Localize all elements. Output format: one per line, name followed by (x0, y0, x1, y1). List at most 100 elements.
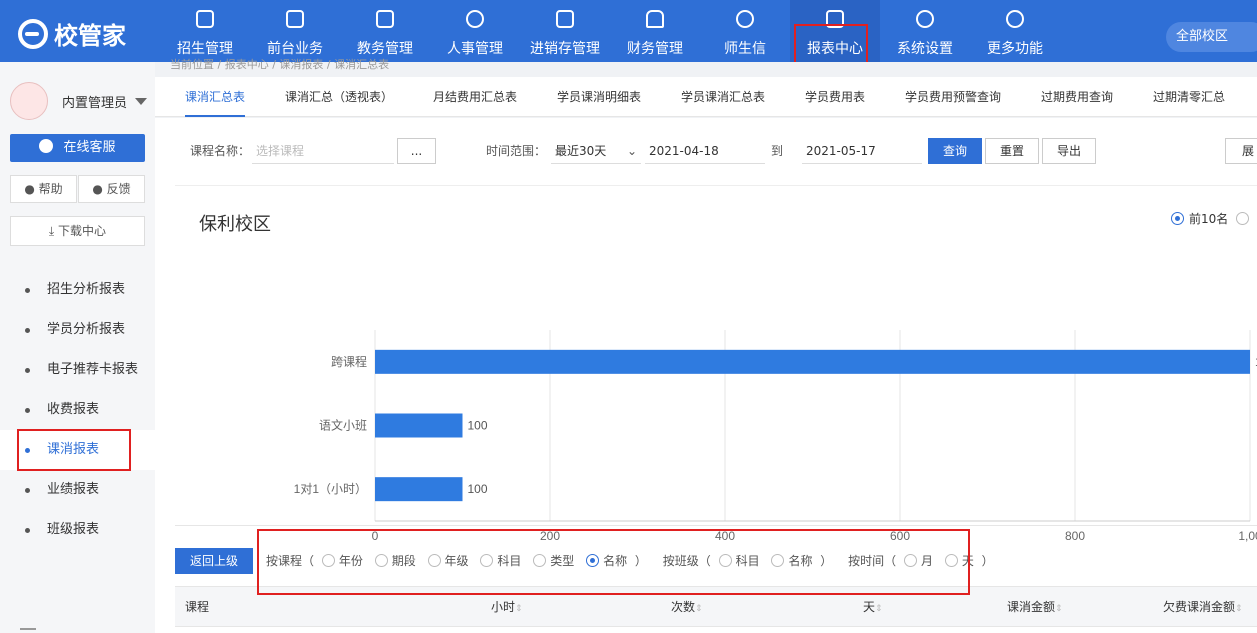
y-category-label: 跨课程 (331, 354, 367, 369)
bar (375, 349, 1250, 374)
sidebar-item-enrollment-analysis[interactable]: 招生分析报表 (0, 270, 155, 310)
course-consumption-bar-chart: 02004006008001,00跨课程1语文小班1001对1（小时）100 (294, 330, 1257, 543)
x-tick-label: 1,00 (1238, 529, 1257, 543)
group-class-subject-radio[interactable] (718, 554, 732, 567)
group-course-year-radio[interactable] (321, 554, 335, 567)
top10-label: 前10名 (1189, 212, 1229, 226)
nav-item-reports[interactable]: 报表中心 (790, 0, 880, 62)
group-course-term-radio[interactable] (374, 554, 388, 567)
course-input[interactable]: 选择课程 (252, 138, 394, 164)
more-icon (1006, 10, 1024, 28)
x-tick-label: 0 (372, 529, 379, 543)
table-row (175, 626, 1257, 633)
chat-icon (39, 139, 54, 153)
course-picker-button[interactable]: ... (397, 138, 436, 164)
date-from-input[interactable]: 2021-04-18 (645, 138, 765, 164)
x-tick-label: 200 (540, 529, 560, 543)
person-icon (466, 10, 484, 28)
sidebar-item-class[interactable]: 班级报表 (0, 510, 155, 550)
column-header-days[interactable]: 天⇕ (863, 587, 883, 627)
group-by-time-label: 按时间（ (848, 554, 897, 568)
column-header-course[interactable]: 课程 (185, 587, 209, 627)
nav-item-more[interactable]: 更多功能 (970, 0, 1060, 62)
nav-item-settings[interactable]: 系统设置 (880, 0, 970, 62)
time-range-select[interactable]: 最近30天 ⌄ (551, 138, 641, 164)
tab-consumption-pivot[interactable]: 课消汇总（透视表） (285, 77, 393, 117)
tab-monthly-fee-summary[interactable]: 月结费用汇总表 (433, 77, 517, 117)
collapse-icon[interactable] (20, 628, 36, 630)
gear-icon (916, 10, 934, 28)
query-button[interactable]: 查询 (928, 138, 982, 164)
top-n-radio-2[interactable] (1236, 212, 1250, 225)
tab-student-consumption-detail[interactable]: 学员课消明细表 (557, 77, 641, 117)
feedback-button[interactable]: ● 反馈 (78, 175, 145, 203)
tab-student-consumption-summary[interactable]: 学员课消汇总表 (681, 77, 765, 117)
data-label: 100 (468, 419, 488, 433)
breadcrumb: 当前位置 / 报表中心 / 课消报表 / 课消汇总表 (170, 58, 390, 71)
sort-icon: ⇕ (875, 604, 883, 614)
report-tabs: 课消汇总表 课消汇总（透视表） 月结费用汇总表 学员课消明细表 学员课消汇总表 … (155, 77, 1257, 117)
nav-item-enrollment[interactable]: 招生管理 (160, 0, 250, 62)
avatar (10, 82, 48, 120)
chart-divider (175, 525, 1257, 526)
campus-selector[interactable]: 全部校区 (1166, 22, 1257, 52)
sidebar-item-fees[interactable]: 收费报表 (0, 390, 155, 430)
column-header-amount[interactable]: 课消金额⇕ (1007, 587, 1063, 627)
y-category-label: 1对1（小时） (294, 482, 367, 496)
nav-item-finance[interactable]: 财务管理 (610, 0, 700, 62)
y-category-label: 语文小班 (319, 418, 367, 433)
tab-consumption-summary[interactable]: 课消汇总表 (185, 77, 246, 117)
nav-item-inventory[interactable]: 进销存管理 (520, 0, 610, 62)
reset-button[interactable]: 重置 (985, 138, 1039, 164)
date-to-input[interactable]: 2021-05-17 (802, 138, 922, 164)
user-menu[interactable]: 内置管理员 (10, 82, 148, 120)
sidebar-item-referral-card[interactable]: 电子推荐卡报表 (0, 350, 155, 390)
group-class-name-radio[interactable] (771, 554, 785, 567)
expand-button[interactable]: 展 (1225, 138, 1257, 164)
bar (375, 477, 463, 502)
group-course-grade-radio[interactable] (427, 554, 441, 567)
tab-student-fees[interactable]: 学员费用表 (805, 77, 865, 117)
help-button[interactable]: ● 帮助 (10, 175, 77, 203)
message-icon (736, 10, 754, 28)
nav-item-academic[interactable]: 教务管理 (340, 0, 430, 62)
column-header-hours[interactable]: 小时⇕ (491, 587, 523, 627)
x-tick-label: 800 (1065, 529, 1085, 543)
app-logo[interactable]: 校管家 (18, 16, 126, 51)
x-tick-label: 600 (890, 529, 910, 543)
online-service-button[interactable]: 在线客服 (10, 134, 145, 162)
tab-expired-cleared[interactable]: 过期清零汇总 (1153, 77, 1225, 117)
user-add-icon (196, 10, 214, 28)
column-header-arrears-amount[interactable]: 欠费课消金额⇕ (1163, 587, 1243, 627)
campus-title: 保利校区 (199, 214, 271, 235)
group-course-type-radio[interactable] (533, 554, 547, 567)
group-by-options: 按课程（ 年份 期段 年级 科目 类型 名称 ） 按班级（ 科目 名称 ） 按时… (266, 554, 994, 568)
column-header-times[interactable]: 次数⇕ (671, 587, 703, 627)
table-header: 课程 小时⇕ 次数⇕ 天⇕ 课消金额⇕ 欠费课消金额⇕ (175, 586, 1257, 626)
sidebar-item-performance[interactable]: 业绩报表 (0, 470, 155, 510)
nav-item-hr[interactable]: 人事管理 (430, 0, 520, 62)
user-name: 内置管理员 (62, 95, 128, 111)
top10-radio[interactable] (1171, 212, 1184, 225)
sidebar-item-student-analysis[interactable]: 学员分析报表 (0, 310, 155, 350)
data-label: 100 (468, 482, 488, 496)
top-navbar: 校管家 招生管理 前台业务 教务管理 人事管理 进销存管理 财务管理 师生信 报… (0, 0, 1257, 62)
tab-fee-warning[interactable]: 学员费用预警查询 (905, 77, 1001, 117)
group-time-day-radio[interactable] (944, 554, 958, 567)
back-button[interactable]: 返回上级 (175, 548, 253, 574)
nav-item-front-desk[interactable]: 前台业务 (250, 0, 340, 62)
export-button[interactable]: 导出 (1042, 138, 1096, 164)
course-name-label: 课程名称： (190, 144, 251, 158)
logo-icon (18, 18, 48, 49)
download-center-button[interactable]: ⤓ 下载中心 (10, 216, 145, 246)
group-by-course-label: 按课程（ (266, 554, 315, 568)
tab-expired-fees[interactable]: 过期费用查询 (1041, 77, 1113, 117)
sort-icon: ⇕ (515, 604, 523, 614)
group-course-name-radio[interactable] (586, 554, 600, 567)
nav-item-messages[interactable]: 师生信 (700, 0, 790, 62)
group-course-subject-radio[interactable] (480, 554, 494, 567)
group-time-month-radio[interactable] (903, 554, 917, 567)
book-icon (376, 10, 394, 28)
sort-icon: ⇕ (695, 604, 703, 614)
sidebar-item-consumption[interactable]: 课消报表 (0, 430, 155, 470)
